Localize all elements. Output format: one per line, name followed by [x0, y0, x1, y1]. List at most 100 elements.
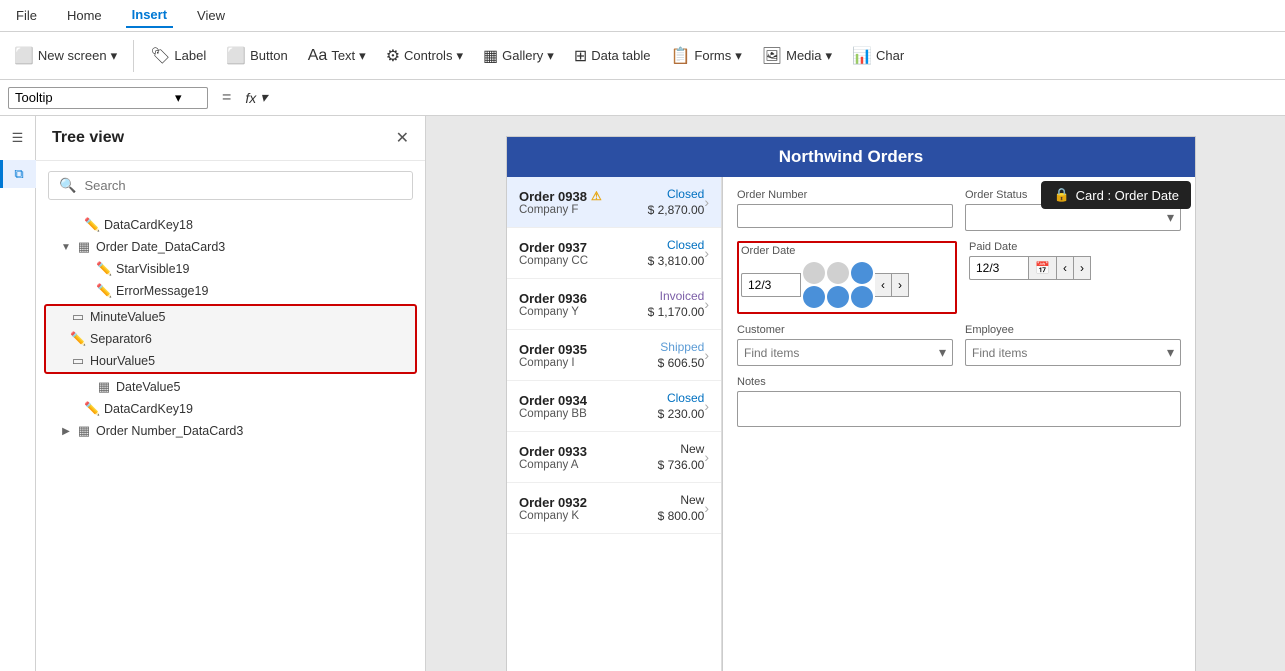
- order-company-0934: Company BB: [519, 408, 658, 420]
- tree-content: ✏️ DataCardKey18 ▼ ▦ Order Date_DataCard…: [36, 210, 425, 671]
- form-input-employee[interactable]: [972, 346, 1167, 360]
- chevron-down-icon-formula[interactable]: ▾: [175, 90, 182, 106]
- tree-item-datacardkey18[interactable]: ✏️ DataCardKey18: [36, 214, 425, 236]
- button-button[interactable]: ⬜ Button: [218, 42, 296, 70]
- chart-icon: 📊: [852, 46, 872, 66]
- nav-left-paiddate[interactable]: ‹: [1057, 256, 1074, 280]
- form-input-orderdate[interactable]: [741, 273, 801, 297]
- time-circle-3[interactable]: [851, 262, 873, 284]
- nav-right-paiddate[interactable]: ›: [1074, 256, 1091, 280]
- tree-item-errormessage19[interactable]: ✏️ ErrorMessage19: [36, 280, 425, 302]
- nav-left-orderdate[interactable]: ‹: [875, 273, 892, 297]
- time-circle-5[interactable]: [827, 286, 849, 308]
- tree-item-orderdate-datacard[interactable]: ▼ ▦ Order Date_DataCard3: [36, 236, 425, 258]
- order-status-0933: New: [680, 442, 704, 456]
- time-circle-6[interactable]: [851, 286, 873, 308]
- tree-item-icon-group2: ▦: [76, 423, 92, 439]
- tree-item-datevalue5[interactable]: ▦ DateValue5: [36, 376, 425, 398]
- order-info-0937: Order 0937 Company CC: [519, 240, 648, 267]
- nav-right-orderdate[interactable]: ›: [892, 273, 909, 297]
- tree-item-label-date: DateValue5: [116, 380, 180, 394]
- order-right-0936: Invoiced $ 1,170.00: [648, 289, 705, 319]
- fx-label: fx: [245, 90, 256, 106]
- order-status-0937: Closed: [667, 238, 704, 252]
- tree-item-separator6[interactable]: ✏️ Separator6: [46, 328, 415, 350]
- tree-item-label-hour: HourValue5: [90, 354, 155, 368]
- list-item-0933[interactable]: Order 0933 Company A New $ 736.00 ›: [507, 432, 721, 483]
- formula-bar: ▾ = fx ▾: [0, 80, 1285, 116]
- gallery-button[interactable]: ▦ Gallery ▾: [475, 42, 562, 70]
- tree-search-input[interactable]: [84, 178, 402, 193]
- form-label-employee: Employee: [965, 324, 1181, 336]
- chevron-down-icon-media: ▾: [826, 48, 833, 64]
- time-circle-1[interactable]: [803, 262, 825, 284]
- forms-button[interactable]: 📋 Forms ▾: [663, 42, 750, 70]
- chevron-icon-status[interactable]: ▾: [1167, 209, 1174, 226]
- new-screen-button[interactable]: ⬜ New screen ▾: [6, 42, 125, 70]
- form-input-orderstatus[interactable]: [972, 211, 1167, 225]
- main-layout: ☰ ⧉ Tree view ✕ 🔍 ✏️ DataCardKey18 ▼ ▦ O…: [0, 116, 1285, 671]
- tree-item-ordernumber-datacard[interactable]: ▶ ▦ Order Number_DataCard3: [36, 420, 425, 442]
- chevron-down-icon-forms: ▾: [735, 48, 742, 64]
- tree-item-label-orderdate: Order Date_DataCard3: [96, 240, 225, 254]
- menu-insert[interactable]: Insert: [126, 3, 173, 28]
- chevron-icon-customer[interactable]: ▾: [939, 344, 946, 361]
- list-item-0934[interactable]: Order 0934 Company BB Closed $ 230.00 ›: [507, 381, 721, 432]
- chevron-icon-employee[interactable]: ▾: [1167, 344, 1174, 361]
- formula-dropdown-input[interactable]: [15, 90, 175, 105]
- form-field-ordernumber: Order Number: [737, 189, 953, 231]
- data-table-button[interactable]: ⊞ Data table: [566, 42, 659, 70]
- expand-icon-2[interactable]: ▶: [60, 426, 72, 437]
- form-label-paiddate: Paid Date: [969, 241, 1181, 253]
- form-input-notes[interactable]: [737, 391, 1181, 427]
- tree-item-starvisible19[interactable]: ✏️ StarVisible19: [36, 258, 425, 280]
- tree-close-button[interactable]: ✕: [396, 128, 409, 148]
- form-input-customer[interactable]: [744, 346, 939, 360]
- list-item-0932[interactable]: Order 0932 Company K New $ 800.00 ›: [507, 483, 721, 534]
- tree-item-minutevalue5[interactable]: ▭ MinuteValue5: [46, 306, 415, 328]
- formula-dropdown[interactable]: ▾: [8, 87, 208, 109]
- sidebar-icon-layers[interactable]: ⧉: [0, 160, 36, 188]
- order-right-0934: Closed $ 230.00: [658, 391, 705, 421]
- form-label-notes: Notes: [737, 376, 1181, 388]
- form-field-paiddate: Paid Date 📅 ‹ ›: [969, 241, 1181, 314]
- menu-file[interactable]: File: [10, 4, 43, 27]
- tree-item-hourvalue5[interactable]: ▭ HourValue5: [46, 350, 415, 372]
- warn-icon-0938: ⚠: [591, 189, 602, 203]
- time-circle-4[interactable]: [803, 286, 825, 308]
- form-input-ordernumber[interactable]: [737, 204, 953, 228]
- controls-button[interactable]: ⚙ Controls ▾: [378, 42, 471, 70]
- menu-view[interactable]: View: [191, 4, 231, 27]
- app-body: Order 0938 ⚠ Company F Closed $ 2,870.00…: [507, 177, 1195, 671]
- list-item-0938[interactable]: Order 0938 ⚠ Company F Closed $ 2,870.00…: [507, 177, 721, 228]
- tree-title: Tree view: [52, 129, 124, 147]
- label-button[interactable]: 🏷 Label: [142, 42, 214, 70]
- order-amount-0933: $ 736.00: [658, 458, 705, 472]
- form-row-4: Notes: [737, 376, 1181, 430]
- list-item-0935[interactable]: Order 0935 Company I Shipped $ 606.50 ›: [507, 330, 721, 381]
- sidebar-icons: ☰ ⧉: [0, 116, 36, 671]
- label-icon: 🏷: [150, 46, 170, 66]
- list-chevron-0938: ›: [704, 194, 709, 210]
- cal-btn-paiddate[interactable]: 📅: [1029, 256, 1057, 280]
- media-button[interactable]: 🖼 Media ▾: [754, 42, 840, 70]
- tree-item-label-error: ErrorMessage19: [116, 284, 208, 298]
- form-input-paiddate[interactable]: [969, 256, 1029, 280]
- formula-fx[interactable]: fx ▾: [245, 89, 267, 106]
- menu-home[interactable]: Home: [61, 4, 108, 27]
- tree-item-datacardkey19[interactable]: ✏️ DataCardKey19: [36, 398, 425, 420]
- expand-icon[interactable]: ▼: [60, 242, 72, 253]
- form-label-ordernumber: Order Number: [737, 189, 953, 201]
- chevron-down-icon-fx: ▾: [260, 89, 267, 106]
- order-amount-0934: $ 230.00: [658, 407, 705, 421]
- time-circle-2[interactable]: [827, 262, 849, 284]
- tree-item-icon-cal: ▦: [96, 379, 112, 395]
- list-item-0936[interactable]: Order 0936 Company Y Invoiced $ 1,170.00…: [507, 279, 721, 330]
- list-item-0937[interactable]: Order 0937 Company CC Closed $ 3,810.00 …: [507, 228, 721, 279]
- list-chevron-0932: ›: [704, 500, 709, 516]
- tree-search[interactable]: 🔍: [48, 171, 413, 200]
- data-table-icon: ⊞: [574, 46, 587, 66]
- text-button[interactable]: Aa Text ▾: [300, 43, 374, 69]
- chart-button[interactable]: 📊 Char: [844, 42, 912, 70]
- sidebar-icon-hamburger[interactable]: ☰: [4, 124, 32, 152]
